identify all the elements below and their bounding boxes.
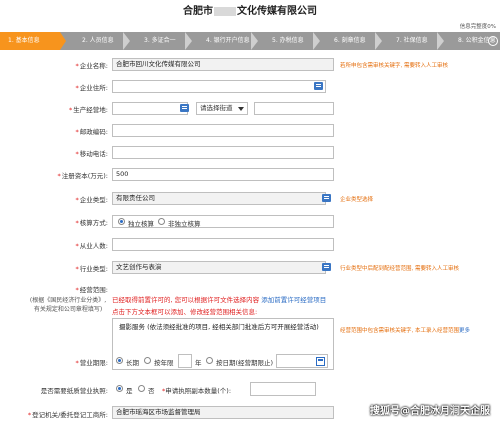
company-type-field[interactable]: 有限责任公司 [112,192,326,205]
company-name-label: 企业名称: [79,62,108,70]
industry-field[interactable]: 文艺创作与表演 [112,261,326,274]
calendar-icon[interactable] [316,357,325,366]
accounting-dependent-radio[interactable] [158,218,165,225]
watermark: 搜狐号@合肥冰月涧天企服 [370,406,490,417]
address-field[interactable] [112,80,326,93]
term-years-field[interactable] [178,354,192,368]
mobile-label: 移动电话: [79,150,108,158]
authority-field[interactable]: 合肥市瑶海区市场监督管理局 [112,406,334,419]
step-multi-cert[interactable]: 3. 多证合一 [124,32,192,50]
address-label: 企业住所: [79,84,108,92]
employees-field[interactable] [112,238,334,251]
authority-label: 登记机关/委托登记工商所: [32,411,108,419]
step-social-security[interactable]: 7. 社保信息 [376,32,444,50]
business-place-detail-field[interactable] [254,102,334,115]
accounting-dependent-label: 非独立核算 [168,220,201,228]
industry-picker-icon[interactable] [322,263,331,271]
step-seal[interactable]: 6. 刻章信息 [314,32,382,50]
step-basic-info[interactable]: 1. 基本信息 [0,32,66,50]
term-label: 营业期限: [79,359,108,367]
redaction-mask [214,6,236,16]
scope-label: 经营范围: [79,286,108,294]
company-type-label: 企业类型: [79,196,108,204]
scope-red-note-2: 点击下方文本框可以添加、修改经营范围相关信息: [112,308,258,316]
step-bank-account[interactable]: 4. 银行开户信息 [186,32,258,50]
company-name-hint: 若所申包含需审核关键字, 需要转入人工审核 [340,63,448,69]
scope-more-link[interactable]: 更多 [459,328,470,334]
industry-hint: 行业类型中后配到配经营范围, 需要转入人工审核 [340,266,459,272]
scope-side-note: (根据《国民经济行业分类》, 有关规定和公司章程填写) [29,297,107,313]
scope-hint: 经营范围中包含需审核关键字, 本工录入经营范围更多 [340,328,471,334]
term-years-label: 按年限 [154,359,174,367]
chevron-down-icon [238,107,244,111]
term-date-radio[interactable] [206,357,213,364]
address-picker-icon[interactable] [314,82,323,90]
industry-label: 行业类型: [79,265,108,273]
paper-license-yes-label: 是 [126,387,133,395]
employees-label: 从业人数: [79,242,108,250]
term-year-unit: 年 [195,359,202,367]
accounting-label: 核算方式: [79,219,108,227]
business-place-label: 生产经营地: [73,106,108,114]
step-personnel[interactable]: 2. 人员信息 [62,32,130,50]
title-prefix: 合肥市 [183,6,213,17]
paper-license-yes-radio[interactable] [116,385,123,392]
accounting-independent-label: 独立核算 [128,220,154,228]
paper-license-no-radio[interactable] [138,385,145,392]
capital-label: 注册资本(万元): [61,172,108,180]
term-years-radio[interactable] [144,357,151,364]
business-place-picker-icon[interactable] [180,104,189,112]
company-type-hint: 企业类型选择 [340,197,374,203]
title-suffix: 文化传媒有限公司 [237,6,317,17]
term-long-radio[interactable] [116,357,123,364]
capital-field[interactable]: 500 [112,168,334,181]
paper-license-label: 是否需要纸质营业执照: [40,387,108,395]
page-title: 合肥市 文化传媒有限公司 [0,4,500,20]
term-date-label: 按日期(经营期限止) [216,359,274,367]
paper-license-no-label: 否 [148,387,155,395]
company-type-picker-icon[interactable] [322,194,331,202]
copies-label: *申请执照副本数量(个): [162,387,232,395]
company-name-field[interactable]: 合肥市回川文化传媒有限公司 [112,58,334,71]
next-arrow-icon[interactable]: › [488,36,498,46]
term-long-label: 长期 [126,359,139,367]
postcode-field[interactable] [112,124,334,137]
postcode-label: 邮政编码: [79,128,108,136]
add-pre-permit-link[interactable]: 添加前置许可经营项目 [261,296,326,304]
step-bar: 1. 基本信息 2. 人员信息 3. 多证合一 4. 银行开户信息 5. 办税信… [0,32,500,50]
copies-field[interactable] [250,382,316,396]
scope-red-note-1: 已经取得前置许可的, 您可以根据许可文件选择内容 添加前置许可经营项目 [112,296,327,304]
progress-label: 信息完整度0% [459,24,496,30]
street-select[interactable]: 请选择街道 [196,102,248,115]
mobile-field[interactable] [112,146,334,159]
accounting-independent-radio[interactable] [118,218,125,225]
business-place-field[interactable] [112,102,188,115]
step-tax[interactable]: 5. 办税信息 [252,32,320,50]
